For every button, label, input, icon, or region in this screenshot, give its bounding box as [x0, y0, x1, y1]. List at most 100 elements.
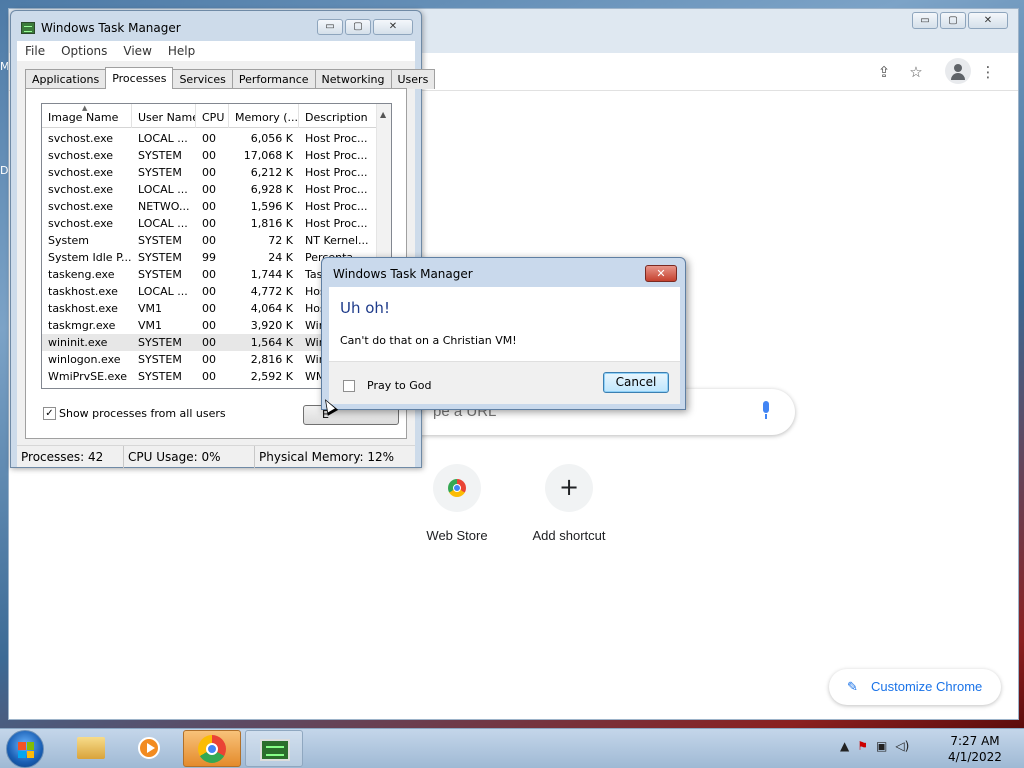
dialog-heading: Uh oh! — [340, 299, 390, 317]
show-all-processes-checkbox[interactable]: ✓ Show processes from all users — [43, 407, 226, 420]
process-image-name: svchost.exe — [48, 183, 114, 196]
window-title: Windows Task Manager — [41, 21, 181, 35]
process-row[interactable]: svchost.exe LOCAL ... 00 1,816 K Host Proc..… — [42, 215, 378, 232]
process-cpu: 00 — [202, 234, 216, 247]
process-row[interactable]: System SYSTEM 00 72 K NT Kernel... — [42, 232, 378, 249]
tab-performance[interactable]: Performance — [231, 69, 316, 89]
process-user-name: SYSTEM — [138, 251, 182, 264]
shortcut-web-store[interactable]: Web Store — [412, 464, 502, 543]
system-clock[interactable]: 7:27 AM 4/1/2022 — [940, 733, 1010, 765]
show-all-processes-label: Show processes from all users — [59, 407, 226, 420]
dialog-content: Uh oh! Can't do that on a Christian VM! — [329, 287, 680, 361]
process-cpu: 00 — [202, 302, 216, 315]
share-icon[interactable]: ⇪ — [875, 63, 893, 81]
process-cpu: 99 — [202, 251, 216, 264]
dialog-close-button[interactable]: ✕ — [645, 265, 677, 282]
checkbox-checked-icon[interactable]: ✓ — [43, 407, 56, 420]
action-center-flag-icon[interactable]: ⚑ — [857, 739, 868, 753]
cancel-button[interactable]: Cancel — [603, 372, 669, 393]
tab-users[interactable]: Users — [390, 69, 436, 89]
column-cpu[interactable]: CPU — [196, 104, 229, 128]
process-memory: 3,920 K — [250, 319, 293, 332]
profile-avatar-icon[interactable] — [945, 58, 971, 84]
tab-strip: Applications Processes Services Performa… — [25, 67, 436, 89]
customize-chrome-button[interactable]: ✎ Customize Chrome — [829, 669, 1001, 705]
tab-networking[interactable]: Networking — [314, 69, 392, 89]
process-row[interactable]: svchost.exe SYSTEM 00 17,068 K Host Proc... — [42, 147, 378, 164]
shortcut-add[interactable]: + Add shortcut — [524, 464, 614, 543]
volume-icon[interactable]: ◁) — [895, 739, 909, 753]
menu-help[interactable]: Help — [160, 41, 203, 61]
column-description[interactable]: Description — [299, 104, 378, 128]
process-image-name: taskhost.exe — [48, 302, 118, 315]
web-store-icon — [433, 464, 481, 512]
process-user-name: LOCAL ... — [138, 183, 188, 196]
show-hidden-icons-icon[interactable]: ▲ — [840, 739, 849, 753]
process-cpu: 00 — [202, 319, 216, 332]
pray-to-god-checkbox[interactable]: Pray to God — [343, 379, 432, 392]
process-cpu: 00 — [202, 149, 216, 162]
process-image-name: WmiPrvSE.exe — [48, 370, 128, 383]
process-user-name: LOCAL ... — [138, 132, 188, 145]
system-tray: ▲ ⚑ ▣ ◁) — [840, 739, 909, 753]
network-icon[interactable]: ▣ — [876, 739, 887, 753]
process-row[interactable]: svchost.exe SYSTEM 00 6,212 K Host Proc... — [42, 164, 378, 181]
microphone-icon[interactable] — [761, 401, 771, 421]
minimize-button[interactable]: ▭ — [317, 19, 343, 35]
shortcut-label: Add shortcut — [532, 528, 606, 543]
process-cpu: 00 — [202, 370, 216, 383]
tab-services[interactable]: Services — [172, 69, 233, 89]
menu-view[interactable]: View — [115, 41, 159, 61]
menu-file[interactable]: File — [17, 41, 53, 61]
process-row[interactable]: svchost.exe NETWO... 00 1,596 K Host Proc... — [42, 198, 378, 215]
close-button[interactable]: ✕ — [373, 19, 413, 35]
process-image-name: svchost.exe — [48, 217, 114, 230]
chrome-menu-icon[interactable]: ⋮ — [979, 63, 997, 81]
process-image-name: wininit.exe — [48, 336, 108, 349]
process-user-name: SYSTEM — [138, 149, 182, 162]
process-description: Host Proc... — [305, 200, 368, 213]
taskbar-explorer[interactable] — [62, 730, 120, 767]
process-memory: 24 K — [268, 251, 293, 264]
bookmark-star-icon[interactable]: ☆ — [907, 63, 925, 81]
column-user-name[interactable]: User Name — [132, 104, 196, 128]
minimize-button[interactable]: ▭ — [912, 12, 938, 29]
process-user-name: SYSTEM — [138, 234, 182, 247]
process-memory: 6,212 K — [250, 166, 293, 179]
process-description: Host Proc... — [305, 183, 368, 196]
scroll-up-icon[interactable]: ▲ — [380, 110, 386, 119]
process-memory: 2,592 K — [250, 370, 293, 383]
menu-options[interactable]: Options — [53, 41, 115, 61]
shortcut-label: Web Store — [426, 528, 488, 543]
column-image-name[interactable]: ▲ Image Name — [42, 104, 132, 128]
maximize-button[interactable]: ▢ — [940, 12, 966, 29]
process-user-name: SYSTEM — [138, 336, 182, 349]
start-button[interactable] — [6, 730, 44, 768]
menu-bar: File Options View Help — [17, 41, 415, 61]
process-user-name: SYSTEM — [138, 370, 182, 383]
maximize-button[interactable]: ▢ — [345, 19, 371, 35]
close-button[interactable]: ✕ — [968, 12, 1008, 29]
taskbar-media-player[interactable] — [120, 730, 178, 767]
process-cpu: 00 — [202, 183, 216, 196]
status-processes: Processes: 42 — [17, 446, 124, 468]
process-memory: 1,816 K — [250, 217, 293, 230]
pencil-icon: ✎ — [847, 679, 858, 694]
column-memory[interactable]: Memory (... — [229, 104, 299, 128]
process-image-name: taskhost.exe — [48, 285, 118, 298]
process-memory: 17,068 K — [243, 149, 293, 162]
process-user-name: SYSTEM — [138, 166, 182, 179]
process-row[interactable]: svchost.exe LOCAL ... 00 6,928 K Host Proc..… — [42, 181, 378, 198]
process-memory: 72 K — [268, 234, 293, 247]
process-user-name: VM1 — [138, 302, 163, 315]
process-image-name: svchost.exe — [48, 132, 114, 145]
taskbar-chrome[interactable] — [183, 730, 241, 767]
taskbar-task-manager[interactable] — [245, 730, 303, 767]
checkbox-unchecked-icon[interactable] — [343, 379, 355, 392]
tab-processes[interactable]: Processes — [105, 67, 174, 89]
status-cpu-usage: CPU Usage: 0% — [124, 446, 255, 468]
chrome-icon — [198, 735, 226, 763]
process-row[interactable]: svchost.exe LOCAL ... 00 6,056 K Host Proc..… — [42, 130, 378, 147]
customize-chrome-label: Customize Chrome — [871, 679, 983, 694]
tab-applications[interactable]: Applications — [25, 69, 107, 89]
